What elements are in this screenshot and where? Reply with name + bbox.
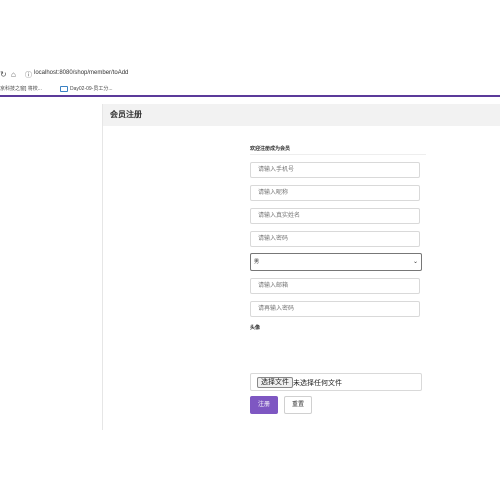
bookmark-label: Day02-09-员工分... xyxy=(70,86,113,92)
bookmark-label: 京科技之窗] 将校... xyxy=(0,86,42,92)
gender-select[interactable]: 男 ⌄ xyxy=(250,253,422,271)
confirm-password-input[interactable] xyxy=(250,301,420,317)
page-header xyxy=(103,104,500,126)
phone-input[interactable] xyxy=(250,162,420,178)
gender-selected-value: 男 xyxy=(254,259,260,265)
divider xyxy=(250,154,426,155)
folder-icon xyxy=(60,85,68,92)
choose-file-button[interactable]: 选择文件 xyxy=(257,377,293,388)
avatar-file-input[interactable]: 选择文件 未选择任何文件 xyxy=(250,373,422,391)
left-panel-divider xyxy=(102,104,103,430)
chevron-down-icon: ⌄ xyxy=(412,259,418,265)
bookmark-item-2[interactable]: Day02-09-员工分... xyxy=(60,85,113,92)
register-button[interactable]: 注册 xyxy=(250,396,278,414)
reload-icon[interactable]: ↻ xyxy=(0,70,7,79)
url-text[interactable]: localhost:8080/shop/member/toAdd xyxy=(34,70,128,76)
browser-accent-line xyxy=(0,95,500,97)
password-input[interactable] xyxy=(250,231,420,247)
form-subtitle: 欢迎注册成为会员 xyxy=(250,146,291,152)
reset-button[interactable]: 重置 xyxy=(284,396,312,414)
avatar-label: 头像 xyxy=(250,325,261,331)
page-title: 会员注册 xyxy=(110,110,142,119)
bookmark-item-1[interactable]: 京科技之窗] 将校... xyxy=(0,85,42,92)
realname-input[interactable] xyxy=(250,208,420,224)
nickname-input[interactable] xyxy=(250,185,420,201)
file-status-text: 未选择任何文件 xyxy=(293,380,342,387)
email-input[interactable] xyxy=(250,278,420,294)
info-icon[interactable]: ⓘ xyxy=(25,70,32,80)
home-icon[interactable]: ⌂ xyxy=(11,70,16,79)
